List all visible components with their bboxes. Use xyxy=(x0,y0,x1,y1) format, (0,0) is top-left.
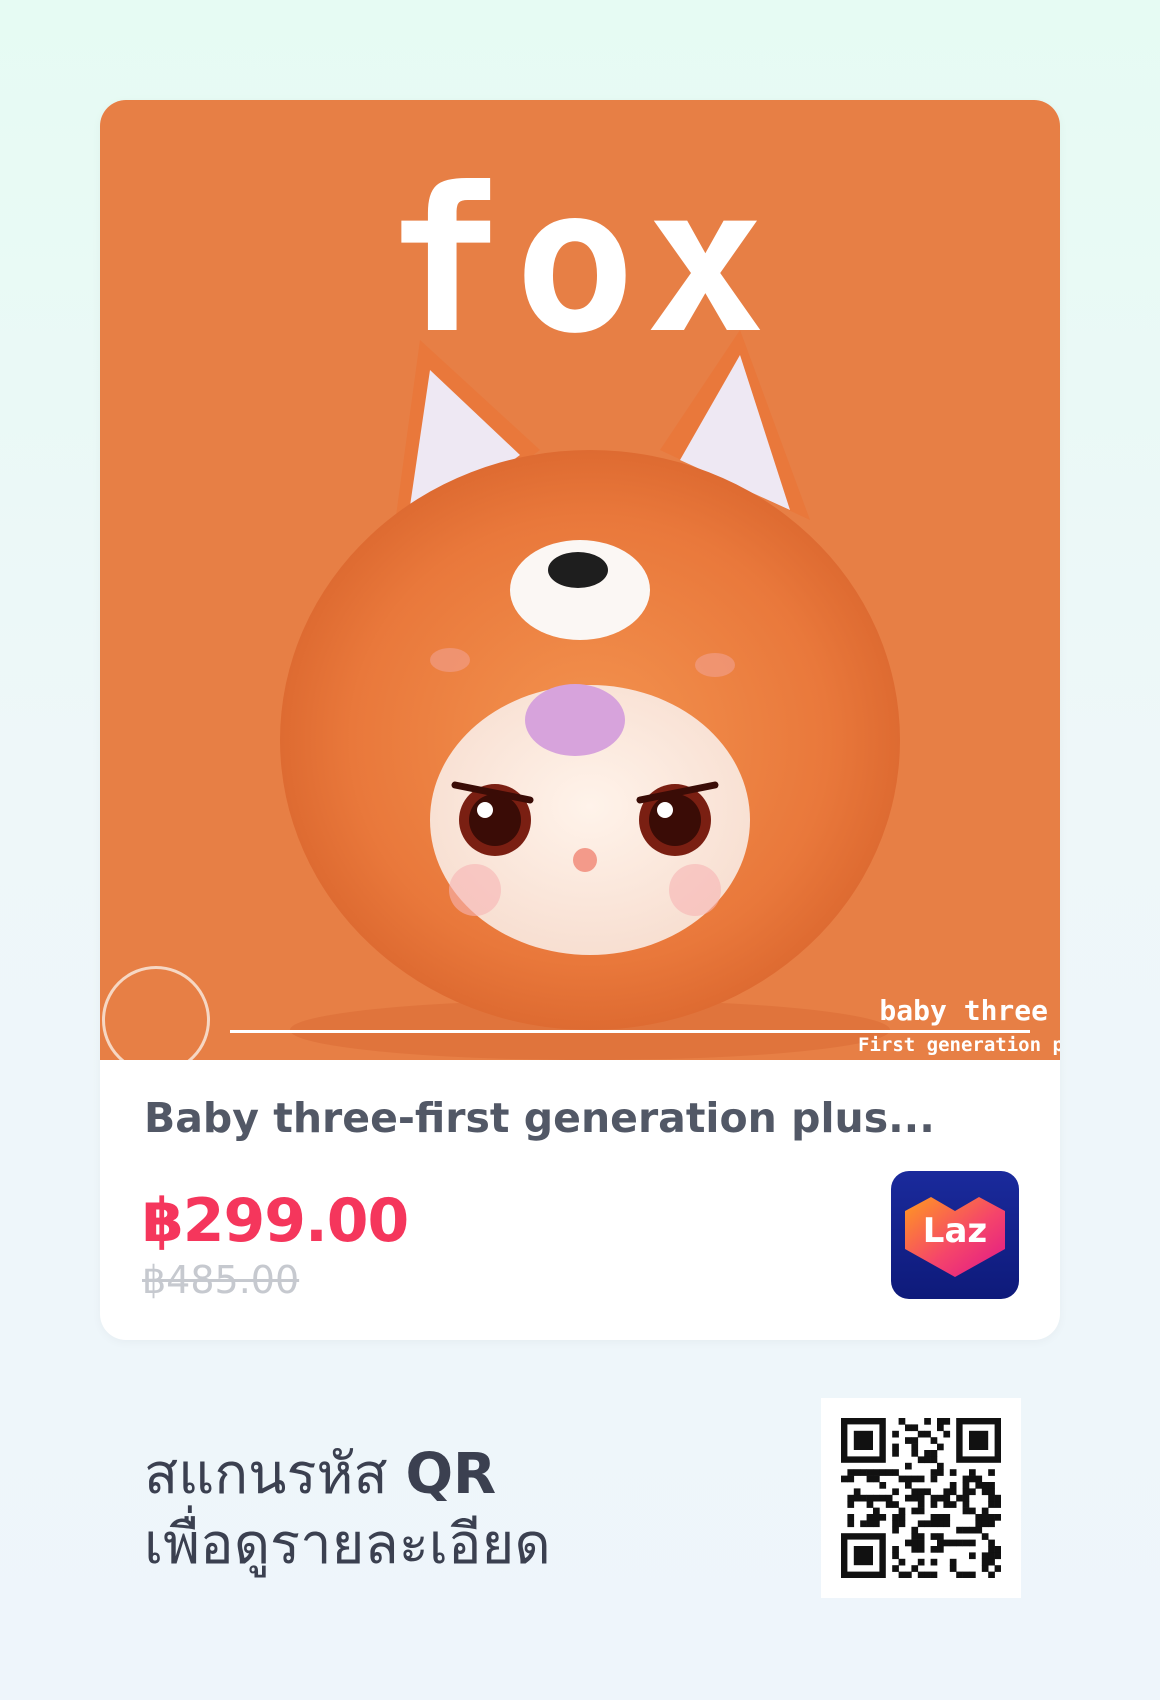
lazada-logo-icon[interactable]: Laz xyxy=(891,1171,1019,1299)
scan-qr-word: QR xyxy=(405,1442,497,1507)
scan-instruction: สแกนรหัส QR เพื่อดูรายละเอียด xyxy=(144,1440,551,1580)
image-brand-subtitle: First generation p xyxy=(858,1034,1060,1056)
current-price: ฿299.00 xyxy=(142,1186,409,1256)
scan-line-1: สแกนรหัส QR xyxy=(144,1440,551,1510)
original-price: ฿485.00 xyxy=(142,1258,300,1302)
qr-code-icon xyxy=(841,1418,1001,1578)
image-title: fox xyxy=(384,145,776,378)
product-card[interactable]: fox baby three First generation p Baby t… xyxy=(100,100,1060,1340)
image-divider xyxy=(230,1030,1030,1033)
product-title[interactable]: Baby three-first generation plus... xyxy=(144,1094,964,1142)
image-brand-name: baby three xyxy=(879,994,1048,1027)
laz-logo-text: Laz xyxy=(922,1211,988,1251)
scan-prefix: สแกนรหัส xyxy=(144,1442,388,1507)
scan-line-2: เพื่อดูรายละเอียด xyxy=(144,1512,551,1577)
qr-code[interactable] xyxy=(821,1398,1021,1598)
product-image[interactable]: fox baby three First generation p xyxy=(100,100,1060,1060)
